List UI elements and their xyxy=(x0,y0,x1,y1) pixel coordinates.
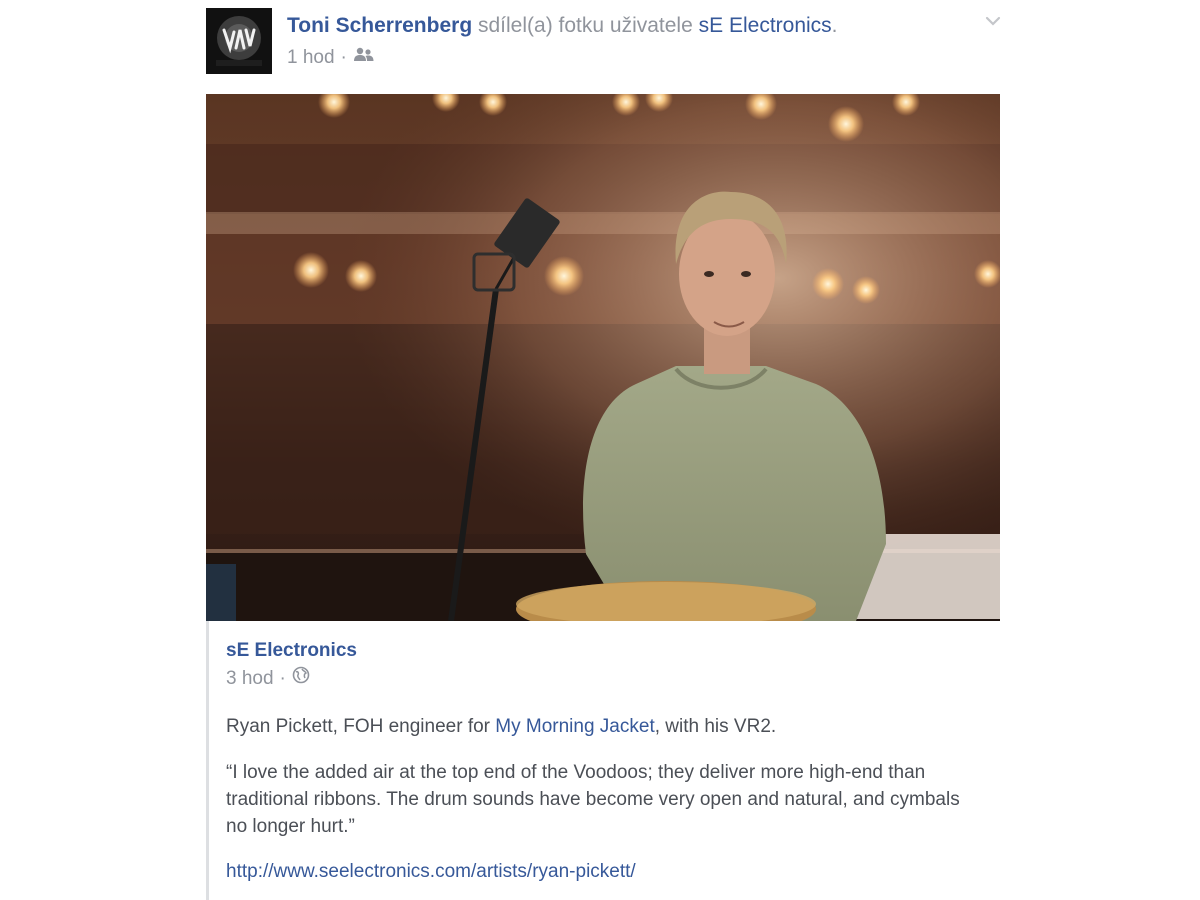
post-header: Toni Scherrenberg sdílel(a) fotku uživat… xyxy=(287,12,838,40)
friends-icon[interactable] xyxy=(353,46,375,70)
meta-separator: · xyxy=(340,47,347,68)
photo-image xyxy=(206,94,1000,621)
page-name-link[interactable]: sE Electronics xyxy=(699,14,832,37)
intro-text-before: Ryan Pickett, FOH engineer for xyxy=(226,716,496,737)
shared-author-link[interactable]: sE Electronics xyxy=(226,639,357,663)
intro-text-after: , with his VR2. xyxy=(654,716,777,737)
post-photo[interactable] xyxy=(206,94,1000,621)
avatar-image xyxy=(206,8,272,74)
globe-icon[interactable] xyxy=(292,666,310,691)
facebook-post: Toni Scherrenberg sdílel(a) fotku uživat… xyxy=(0,0,1200,900)
shared-post: sE Electronics 3 hod · Ryan Pickett, FOH… xyxy=(206,621,1003,900)
post-text-quote: “I love the added air at the top end of … xyxy=(226,762,960,837)
artist-url-link[interactable]: http://www.seelectronics.com/artists/rya… xyxy=(226,858,636,885)
meta-separator: · xyxy=(279,667,286,689)
band-link[interactable]: My Morning Jacket xyxy=(495,716,654,737)
chevron-down-icon[interactable] xyxy=(982,10,1004,32)
post-text-intro: Ryan Pickett, FOH engineer for My Mornin… xyxy=(226,713,776,740)
post-timestamp[interactable]: 1 hod xyxy=(287,46,335,70)
author-name-link[interactable]: Toni Scherrenberg xyxy=(287,14,472,37)
post-meta: 1 hod · xyxy=(287,46,375,70)
share-action-text: sdílel(a) fotku uživatele xyxy=(478,14,693,37)
shared-post-meta: 3 hod · xyxy=(226,666,310,691)
author-avatar[interactable] xyxy=(206,8,272,74)
shared-post-timestamp[interactable]: 3 hod xyxy=(226,667,274,691)
header-period: . xyxy=(831,14,838,37)
